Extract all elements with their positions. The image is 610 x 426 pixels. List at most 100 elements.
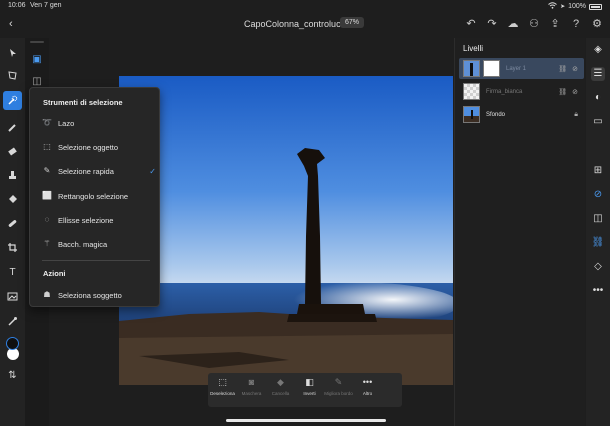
mask-icon: ◙ — [248, 377, 255, 387]
menu-item-label: Ellisse selezione — [58, 215, 114, 225]
checkmark-icon: ✓ — [149, 166, 156, 176]
layer-row-layer-1[interactable]: Layer 1 ⛓ ⊘ — [459, 58, 584, 79]
more-options-icon[interactable]: ••• — [591, 284, 605, 298]
back-button[interactable]: ‹ — [9, 18, 13, 30]
magic-wand-icon: ⚚ — [43, 239, 51, 248]
mask-layer-icon[interactable]: ◫ — [591, 212, 605, 226]
undo-icon[interactable]: ↶ — [464, 17, 478, 31]
invert-icon: ◧ — [305, 377, 314, 387]
layer-thumbnail — [463, 60, 480, 77]
document-title[interactable]: CapoColonna_controluce — [244, 19, 346, 29]
refine-edge-icon: ✎ — [334, 377, 343, 387]
eyedropper-icon[interactable] — [3, 312, 22, 331]
actions-heading: Azioni — [43, 269, 66, 278]
top-actions: ↶ ↷ ☁ ⚇ ⇪ ? ⚙ — [464, 17, 604, 31]
layer-name: Layer 1 — [506, 65, 527, 72]
canvas-image[interactable] — [119, 76, 453, 385]
lasso-icon: ➰ — [42, 118, 52, 127]
foreground-color-swatch[interactable] — [6, 337, 19, 350]
layer-mask-thumbnail[interactable] — [483, 60, 500, 77]
crop-tool-icon[interactable] — [3, 238, 22, 257]
clear-layer-icon[interactable]: ◇ — [591, 260, 605, 274]
menu-item-quick-selection[interactable]: ✎ Selezione rapida ✓ — [42, 163, 156, 179]
home-indicator[interactable] — [226, 419, 386, 422]
object-selection-icon: ⬚ — [43, 142, 51, 151]
move-tool-icon[interactable] — [3, 43, 22, 62]
link-layers-icon[interactable]: ⛓ — [591, 236, 605, 250]
brush-tool-icon[interactable] — [3, 118, 22, 137]
eraser-icon: ◆ — [277, 377, 284, 387]
menu-item-label: Selezione oggetto — [58, 142, 119, 152]
ctx-refine-edge[interactable]: ✎ Migliora bordo — [324, 373, 353, 407]
zoom-level[interactable]: 67% — [340, 17, 365, 28]
healing-tool-icon[interactable] — [3, 214, 22, 233]
ctx-label: Inverti — [303, 391, 316, 396]
menu-item-ellipse-selection[interactable]: ◌ Ellisse selezione — [42, 212, 156, 228]
lock-icon[interactable]: 🔒︎ — [574, 111, 578, 119]
layer-row-firma-bianca[interactable]: Firma_bianca ⛓ ⊘ — [459, 81, 584, 102]
transform-tool-icon[interactable] — [3, 66, 22, 85]
menu-item-object-selection[interactable]: ⬚ Selezione oggetto — [42, 139, 156, 155]
layer-icons: 🔒︎ — [574, 111, 578, 119]
redo-icon[interactable]: ↷ — [485, 17, 499, 31]
status-time: 10:06 — [8, 2, 26, 9]
layers-panel: Livelli Layer 1 ⛓ ⊘ Firma_bianca ⛓ ⊘ Sfo… — [454, 38, 585, 426]
paint-bucket-icon[interactable] — [3, 190, 22, 209]
rectangle-selection-icon: ⬜ — [42, 191, 52, 200]
add-to-selection-icon[interactable]: ▣ — [31, 54, 43, 66]
select-subject-icon: ☗ — [43, 290, 51, 299]
tool-rail: T ⇅ — [0, 38, 25, 426]
menu-item-rectangle-selection[interactable]: ⬜ Rettangolo selezione — [42, 188, 156, 204]
right-rail: ◈ ☰ ◐ ▭ ⊞ ⊘ ◫ ⛓ ◇ ••• — [586, 38, 610, 426]
selection-tools-popup: Strumenti di selezione ➰ Lazo ⬚ Selezion… — [29, 87, 160, 307]
share-icon[interactable]: ⇪ — [548, 17, 562, 31]
menu-item-magic-wand[interactable]: ⚚ Bacch. magica — [42, 236, 156, 252]
ctx-label: Deseleziona — [210, 391, 235, 396]
comments-icon[interactable]: ▭ — [591, 115, 605, 129]
eraser-tool-icon[interactable] — [3, 142, 22, 161]
quick-selection-tool-icon[interactable] — [3, 91, 22, 110]
menu-item-label: Bacch. magica — [58, 239, 108, 249]
swap-colors-icon[interactable]: ⇅ — [3, 366, 22, 385]
quick-selection-icon: ✎ — [43, 166, 51, 175]
more-icon: ••• — [362, 377, 373, 387]
help-icon[interactable]: ? — [569, 17, 583, 31]
ctx-mask[interactable]: ◙ Maschera — [237, 373, 266, 407]
status-bar: 10:06 Ven 7 gen ➤ 100% — [0, 0, 610, 12]
layer-row-sfondo[interactable]: Sfondo 🔒︎ — [459, 104, 584, 125]
cloud-icon[interactable]: ☁ — [506, 17, 520, 31]
add-layer-icon[interactable]: ⊞ — [591, 164, 605, 178]
layer-icons: ⛓ ⊘ — [558, 88, 578, 96]
menu-item-label: Selezione rapida — [58, 166, 114, 176]
ctx-deselect[interactable]: ⬚ Deseleziona — [208, 373, 237, 407]
visibility-off-icon[interactable]: ⊘ — [572, 65, 578, 73]
layer-name: Sfondo — [486, 111, 506, 118]
top-bar: ‹ CapoColonna_controluce 67% ↶ ↷ ☁ ⚇ ⇪ ?… — [0, 12, 610, 38]
battery-percent: 100% — [568, 3, 586, 10]
layer-icons: ⛓ ⊘ — [558, 65, 578, 73]
adjustments-icon[interactable]: ◐ — [591, 91, 605, 105]
selection-context-bar: ⬚ Deseleziona ◙ Maschera ◆ Cancella ◧ In… — [208, 373, 402, 407]
location-icon: ➤ — [560, 4, 566, 10]
menu-item-select-subject[interactable]: ☗ Seleziona soggetto — [42, 287, 156, 303]
rail-separator — [30, 41, 44, 43]
clone-stamp-icon[interactable] — [3, 166, 22, 185]
popup-divider — [42, 260, 150, 261]
layer-name: Firma_bianca — [486, 88, 523, 95]
layer-properties-icon[interactable]: ☰ — [591, 67, 605, 81]
ctx-invert[interactable]: ◧ Inverti — [295, 373, 324, 407]
battery-icon — [589, 3, 602, 10]
layers-stack-icon[interactable]: ◈ — [591, 43, 605, 57]
hide-layer-icon[interactable]: ⊘ — [591, 188, 605, 202]
visibility-off-icon[interactable]: ⊘ — [572, 88, 578, 96]
menu-item-lasso[interactable]: ➰ Lazo — [42, 115, 156, 131]
type-tool-icon[interactable]: T — [3, 263, 22, 282]
ctx-erase[interactable]: ◆ Cancella — [266, 373, 295, 407]
image-place-icon[interactable] — [3, 287, 22, 306]
link-icon[interactable]: ⛓ — [558, 65, 567, 73]
gear-icon[interactable]: ⚙ — [590, 17, 604, 31]
panel-title: Livelli — [463, 44, 484, 53]
ctx-more[interactable]: ••• Altro — [353, 373, 382, 407]
add-user-icon[interactable]: ⚇ — [527, 17, 541, 31]
link-icon[interactable]: ⛓ — [558, 88, 567, 96]
